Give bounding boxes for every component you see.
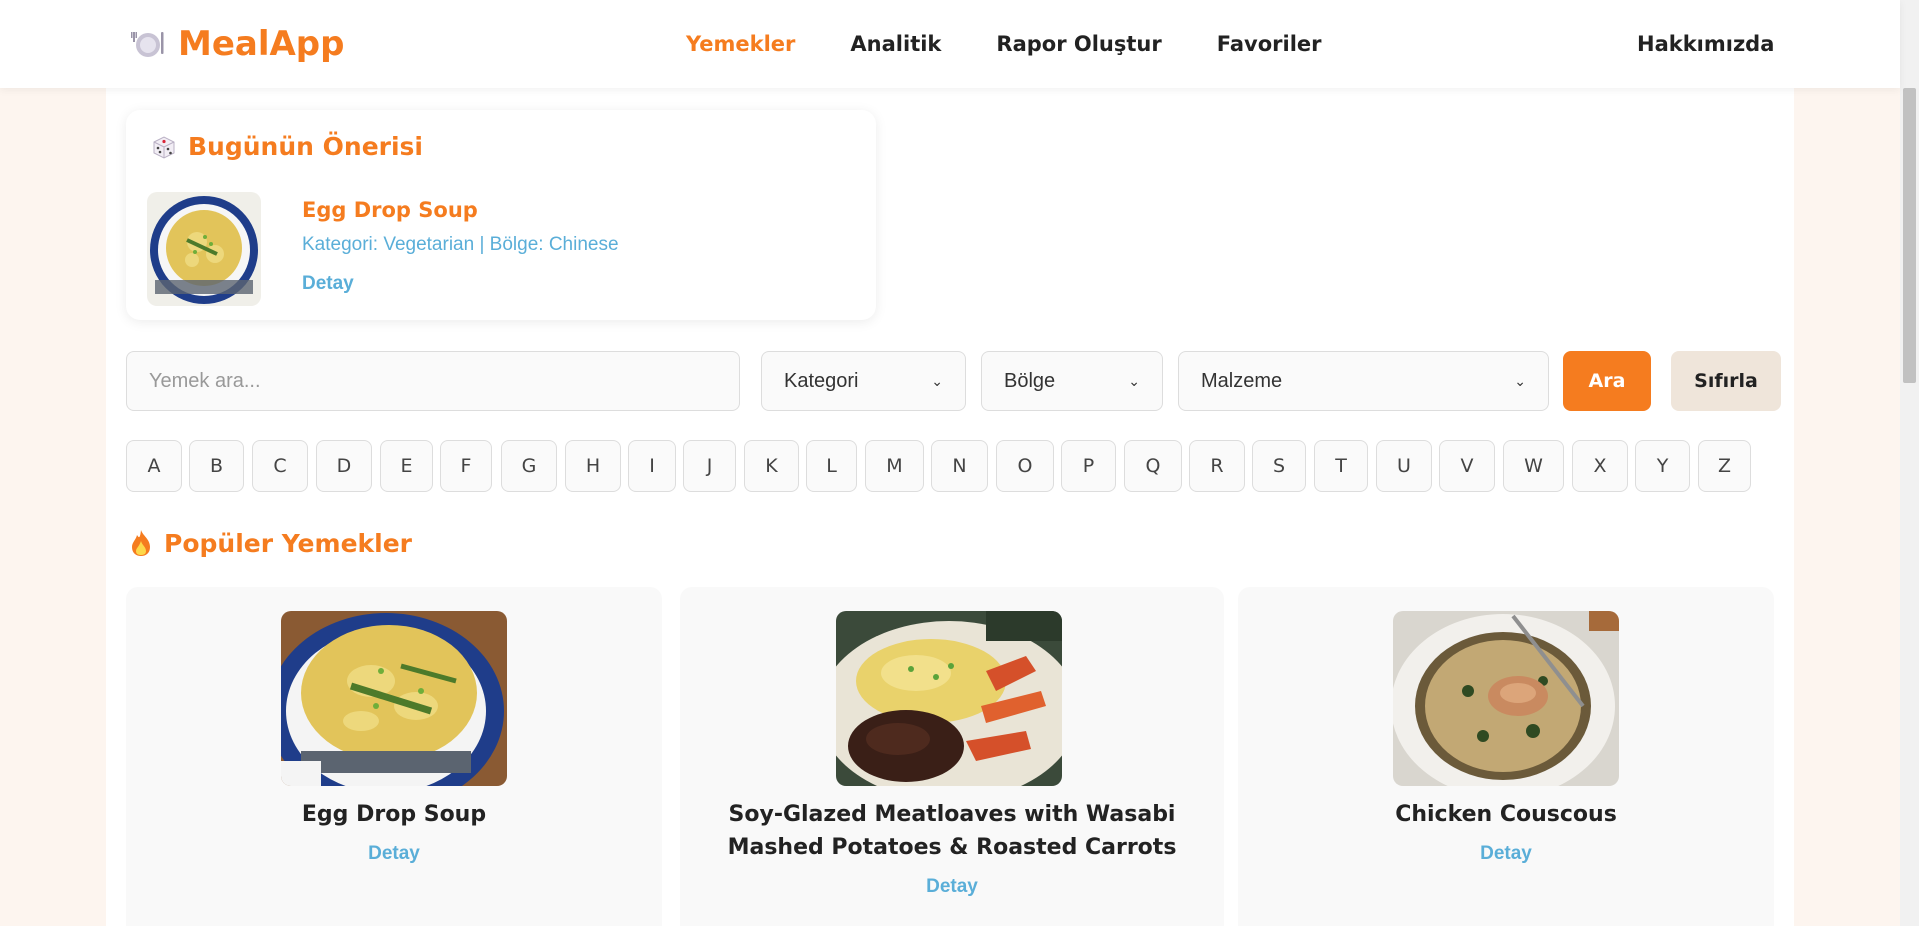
scrollbar-thumb[interactable] <box>1903 88 1916 383</box>
letter-button-j[interactable]: J <box>683 440 736 492</box>
search-input[interactable] <box>126 351 740 411</box>
chevron-down-icon: ⌄ <box>1514 372 1526 389</box>
meal-card[interactable]: Chicken Couscous Detay <box>1238 587 1774 926</box>
letter-button-f[interactable]: F <box>440 440 492 492</box>
dice-icon <box>153 135 175 159</box>
region-select-value: Bölge <box>1004 369 1056 392</box>
couscous-image <box>1393 611 1619 786</box>
scrollbar[interactable] <box>1900 0 1919 926</box>
fire-icon <box>132 530 150 556</box>
nav-link-favoriler[interactable]: Favoriler <box>1217 26 1322 62</box>
letter-button-q[interactable]: Q <box>1124 440 1182 492</box>
nav-links: Yemekler Analitik Rapor Oluştur Favorile… <box>686 26 1377 62</box>
letter-button-m[interactable]: M <box>865 440 924 492</box>
suggestion-meal-name[interactable]: Egg Drop Soup <box>302 198 478 222</box>
meal-name: Egg Drop Soup <box>301 802 487 827</box>
letter-button-r[interactable]: R <box>1189 440 1245 492</box>
meal-name: Chicken Couscous <box>1395 802 1617 827</box>
region-select[interactable]: Bölge ⌄ <box>981 351 1163 411</box>
brand[interactable]: MealApp <box>130 22 344 66</box>
search-button[interactable]: Ara <box>1563 351 1651 411</box>
soup-image <box>147 192 261 306</box>
letter-button-w[interactable]: W <box>1503 440 1564 492</box>
letter-button-y[interactable]: Y <box>1635 440 1690 492</box>
letter-button-l[interactable]: L <box>806 440 857 492</box>
meatloaf-image <box>836 611 1062 786</box>
letter-button-x[interactable]: X <box>1572 440 1628 492</box>
suggestion-title-text: Bugünün Önerisi <box>188 132 423 161</box>
letter-button-u[interactable]: U <box>1376 440 1432 492</box>
letter-button-h[interactable]: H <box>565 440 621 492</box>
meal-detail-link[interactable]: Detay <box>1238 843 1774 865</box>
letter-button-t[interactable]: T <box>1314 440 1368 492</box>
category-select[interactable]: Kategori ⌄ <box>761 351 966 411</box>
soup-image <box>281 611 507 786</box>
meal-card[interactable]: Soy-Glazed Meatloaves with Wasabi Mashed… <box>680 587 1224 926</box>
popular-title-text: Popüler Yemekler <box>164 528 412 558</box>
brand-name: MealApp <box>178 24 345 64</box>
main-container: Bugünün Önerisi Egg Drop Soup Kategori: … <box>106 88 1794 926</box>
suggestion-card: Bugünün Önerisi Egg Drop Soup Kategori: … <box>126 110 876 320</box>
chevron-down-icon: ⌄ <box>1128 372 1140 389</box>
meal-image[interactable] <box>836 611 1062 786</box>
letter-button-k[interactable]: K <box>744 440 799 492</box>
letter-button-a[interactable]: A <box>126 440 182 492</box>
ingredient-select[interactable]: Malzeme ⌄ <box>1178 351 1549 411</box>
category-select-value: Kategori <box>784 369 859 392</box>
meal-name: Soy-Glazed Meatloaves with Wasabi Mashed… <box>727 802 1177 860</box>
suggestion-meal-image[interactable] <box>147 192 261 306</box>
nav-link-yemekler[interactable]: Yemekler <box>686 26 795 62</box>
chevron-down-icon: ⌄ <box>931 372 943 389</box>
ingredient-select-value: Malzeme <box>1201 369 1283 392</box>
nav-link-analitik[interactable]: Analitik <box>850 26 941 62</box>
nav-link-rapor[interactable]: Rapor Oluştur <box>996 26 1161 62</box>
meal-image[interactable] <box>281 611 507 786</box>
letter-button-p[interactable]: P <box>1061 440 1116 492</box>
plate-icon <box>131 32 164 57</box>
reset-button[interactable]: Sıfırla <box>1671 351 1781 411</box>
letter-button-d[interactable]: D <box>316 440 372 492</box>
meal-card[interactable]: Egg Drop Soup Detay <box>126 587 662 926</box>
popular-title: Popüler Yemekler <box>128 528 412 558</box>
suggestion-meta: Kategori: Vegetarian | Bölge: Chinese <box>302 234 619 255</box>
letter-button-o[interactable]: O <box>996 440 1054 492</box>
letter-button-c[interactable]: C <box>252 440 308 492</box>
letter-button-e[interactable]: E <box>380 440 433 492</box>
letter-button-z[interactable]: Z <box>1698 440 1751 492</box>
meal-image[interactable] <box>1393 611 1619 786</box>
meal-detail-link[interactable]: Detay <box>126 843 662 865</box>
navbar: MealApp Yemekler Analitik Rapor Oluştur … <box>0 0 1900 88</box>
letter-button-g[interactable]: G <box>501 440 557 492</box>
suggestion-title: Bugünün Önerisi <box>150 132 423 161</box>
nav-link-about[interactable]: Hakkımızda <box>1637 26 1774 62</box>
letter-button-i[interactable]: I <box>628 440 676 492</box>
meal-detail-link[interactable]: Detay <box>680 876 1224 898</box>
letter-button-v[interactable]: V <box>1439 440 1495 492</box>
letter-button-b[interactable]: B <box>189 440 244 492</box>
letter-button-n[interactable]: N <box>931 440 988 492</box>
suggestion-detail-link[interactable]: Detay <box>302 273 354 295</box>
letter-button-s[interactable]: S <box>1252 440 1306 492</box>
